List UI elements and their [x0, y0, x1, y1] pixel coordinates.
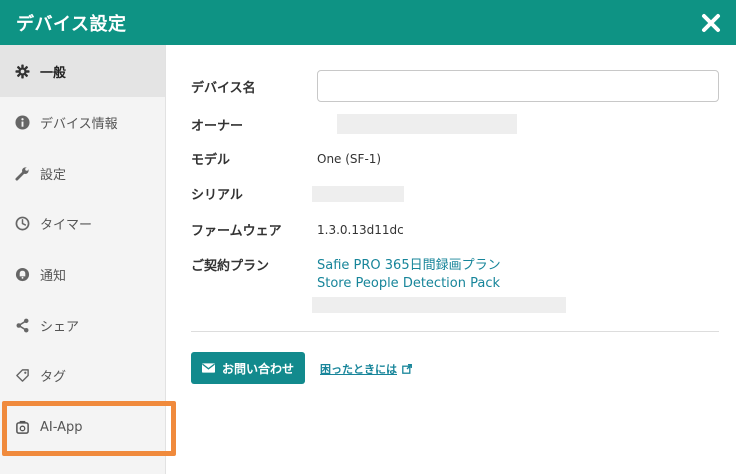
help-link-label: 困ったときには: [320, 363, 397, 376]
sidebar-item-notifications[interactable]: 通知: [0, 249, 165, 300]
owner-label: オーナー: [191, 118, 244, 134]
sidebar-item-label: 通知: [40, 268, 67, 284]
serial-value-redacted: [312, 185, 404, 202]
sidebar-item-label: デバイス情報: [40, 116, 118, 132]
share-icon: [14, 317, 30, 333]
plan-link-safie-pro[interactable]: Safie PRO 365日間録画プラン: [317, 254, 501, 273]
owner-value-redacted: [337, 114, 517, 134]
sidebar-item-share[interactable]: シェア: [0, 300, 165, 351]
sidebar-item-label: AI-App: [40, 419, 83, 435]
close-button[interactable]: [696, 8, 726, 38]
gear-icon: [14, 63, 30, 79]
sidebar-item-label: シェア: [40, 319, 80, 335]
wrench-icon: [14, 165, 30, 181]
owner-row: オーナー: [191, 114, 517, 134]
sidebar-item-ai-app[interactable]: AI-App: [0, 402, 165, 453]
contact-button-label: お問い合わせ: [221, 361, 294, 376]
plan-label: ご契約プラン: [191, 259, 270, 274]
serial-label: シリアル: [191, 188, 243, 203]
mail-icon: [201, 363, 215, 373]
external-link-icon: [402, 364, 412, 374]
clock-icon: [14, 216, 30, 232]
sidebar-item-label: タグ: [40, 370, 67, 386]
bell-icon: [14, 266, 30, 282]
general-settings-panel: デバイス名 オーナー モデル One (SF-1) シリアル ファームウェア 1…: [166, 45, 736, 474]
section-divider: [191, 331, 719, 332]
sidebar-item-general[interactable]: 一般: [0, 45, 165, 97]
help-link[interactable]: 困ったときには: [320, 361, 412, 377]
sidebar-nav: 一般 デバイス情報 設定 タイマー 通知 シェア タグ AI-App: [0, 45, 166, 474]
firmware-label: ファームウェア: [191, 224, 282, 239]
dialog-header: デバイス設定: [0, 0, 736, 45]
ai-app-icon: [14, 419, 30, 435]
info-icon: [14, 114, 30, 130]
device-name-label: デバイス名: [191, 81, 256, 96]
tag-icon: [14, 368, 30, 384]
sidebar-item-tags[interactable]: タグ: [0, 350, 165, 401]
model-row: モデル One (SF-1): [191, 149, 382, 169]
device-name-row: デバイス名: [191, 77, 317, 96]
firmware-row: ファームウェア 1.3.0.13d11dc: [191, 220, 404, 240]
dialog-title: デバイス設定: [16, 13, 127, 35]
plan-row: ご契約プラン: [191, 255, 317, 274]
model-value: One (SF-1): [317, 151, 382, 166]
close-icon: [702, 13, 720, 32]
plan-extra-redacted: [312, 297, 566, 313]
model-label: モデル: [191, 153, 231, 168]
device-name-input[interactable]: [317, 70, 719, 102]
serial-row: シリアル: [191, 184, 404, 203]
sidebar-item-label: 設定: [40, 167, 67, 183]
sidebar-item-device-info[interactable]: デバイス情報: [0, 97, 165, 148]
sidebar-item-label: タイマー: [40, 218, 93, 234]
sidebar-item-timer[interactable]: タイマー: [0, 198, 165, 249]
sidebar-item-label: 一般: [40, 65, 67, 81]
plan-link-people-detection[interactable]: Store People Detection Pack: [317, 276, 500, 291]
sidebar-item-settings[interactable]: 設定: [0, 148, 165, 199]
firmware-value: 1.3.0.13d11dc: [317, 222, 404, 237]
contact-button[interactable]: お問い合わせ: [191, 352, 305, 384]
